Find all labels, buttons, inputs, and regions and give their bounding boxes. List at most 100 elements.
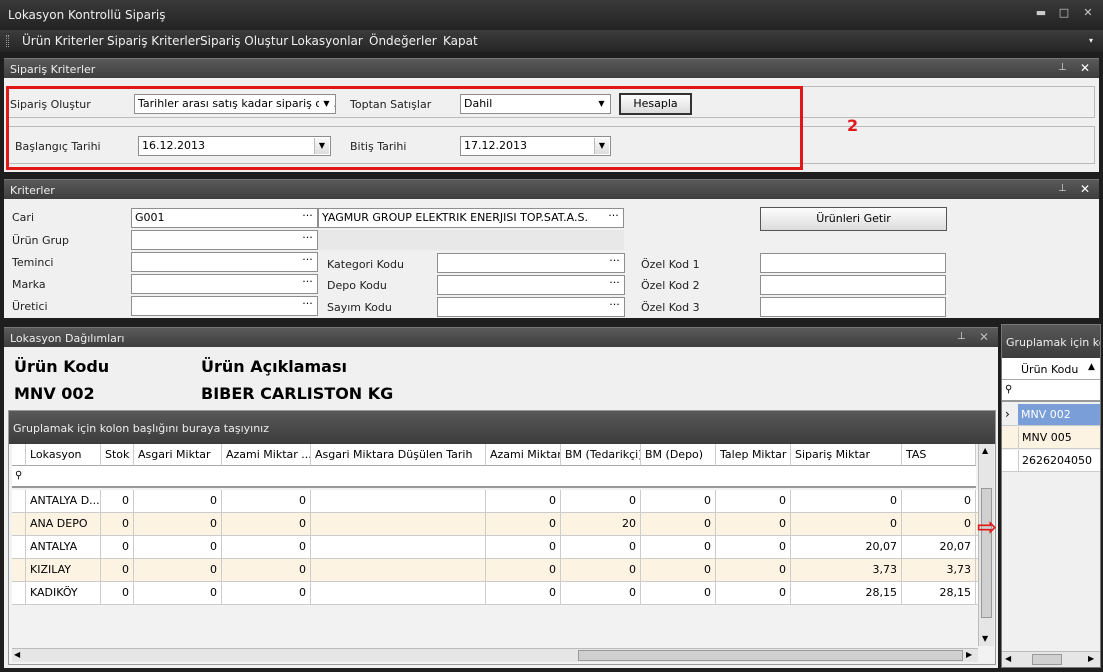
cell-lokasyon[interactable]: ANTALYA D... — [26, 490, 101, 512]
cell-stok[interactable]: 0 — [101, 559, 134, 581]
depo-input[interactable]: ··· — [437, 275, 625, 295]
right-hscroll-thumb[interactable] — [1032, 654, 1062, 665]
ozel-kod-3-input[interactable] — [760, 297, 946, 317]
menu-siparis-kriterler[interactable]: Sipariş Kriterler — [107, 34, 200, 48]
table-row[interactable]: KIZILAY 0 0 0 0 0 0 0 3,73 3,73 — [12, 559, 979, 582]
urun-grup-input[interactable]: ··· — [131, 230, 318, 250]
cell-tas[interactable]: 28,15 — [902, 582, 976, 604]
marka-input[interactable]: ··· — [131, 274, 318, 294]
cell-tas[interactable]: 0 — [902, 490, 976, 512]
cell-bm-tedarikci[interactable]: 0 — [561, 559, 641, 581]
right-col-header[interactable]: Ürün Kodu ▲ — [1002, 358, 1100, 380]
close-button[interactable]: ✕ — [1080, 6, 1096, 22]
col-asgari-tarih[interactable]: Asgari Miktara Düşülen Tarih — [311, 444, 486, 466]
cell-asgari[interactable]: 0 — [134, 559, 222, 581]
cell-siparis[interactable]: 0 — [791, 490, 902, 512]
uretici-input[interactable]: ··· — [131, 296, 318, 316]
ellipsis-button[interactable]: ··· — [606, 299, 623, 315]
cell-azami[interactable]: 0 — [486, 582, 561, 604]
cell-talep[interactable]: 0 — [716, 582, 791, 604]
ellipsis-button[interactable]: ··· — [606, 255, 623, 271]
cell-azami[interactable]: 0 — [486, 513, 561, 535]
filter-row[interactable]: ⚲ — [12, 466, 976, 488]
ozel-kod-1-input[interactable] — [760, 253, 946, 273]
close-icon[interactable]: ✕ — [1080, 61, 1090, 75]
urunleri-getir-button[interactable]: Ürünleri Getir — [760, 207, 947, 231]
cell-azami-trunc[interactable]: 0 — [222, 559, 311, 581]
kategori-input[interactable]: ··· — [437, 253, 625, 273]
menu-ondegerler[interactable]: Öndeğerler — [369, 34, 437, 48]
hscroll-thumb[interactable] — [578, 650, 963, 661]
cell-tarih[interactable] — [311, 513, 486, 535]
close-icon[interactable]: ✕ — [979, 330, 989, 344]
scroll-left-icon[interactable]: ◀ — [1005, 654, 1011, 663]
cell-asgari[interactable]: 0 — [134, 513, 222, 535]
col-azami-miktar-trunc[interactable]: Azami Miktar ... — [222, 444, 311, 466]
col-urun-kodu[interactable]: Ürün Kodu — [1021, 363, 1078, 376]
cell-lokasyon[interactable]: ANTALYA — [26, 536, 101, 558]
cell-talep[interactable]: 0 — [716, 536, 791, 558]
cell-tas[interactable]: 0 — [902, 513, 976, 535]
pin-icon[interactable]: ⊥ — [1058, 62, 1067, 73]
scroll-up-icon[interactable]: ▲ — [982, 446, 988, 455]
temin-input[interactable]: ··· — [131, 252, 318, 272]
col-stok[interactable]: Stok — [101, 444, 134, 466]
ellipsis-button[interactable]: ··· — [606, 277, 623, 293]
menu-kapat[interactable]: Kapat — [443, 34, 478, 48]
col-lokasyon[interactable]: Lokasyon — [26, 444, 101, 466]
table-row[interactable]: ANTALYA D... 0 0 0 0 0 0 0 0 0 — [12, 490, 979, 513]
table-row[interactable]: ANA DEPO 0 0 0 0 20 0 0 0 0 — [12, 513, 979, 536]
pin-icon[interactable]: ⊥ — [957, 331, 966, 342]
list-item[interactable]: 2626204050 — [1002, 450, 1100, 472]
sayim-input[interactable]: ··· — [437, 297, 625, 317]
cell-asgari[interactable]: 0 — [134, 536, 222, 558]
cell-azami-trunc[interactable]: 0 — [222, 490, 311, 512]
list-item[interactable]: MNV 005 — [1002, 427, 1100, 449]
group-panel-hint[interactable]: Gruplamak için kolon başlığını buraya ta… — [9, 411, 995, 444]
right-cell[interactable]: MNV 002 — [1018, 404, 1100, 425]
scroll-down-icon[interactable]: ▼ — [982, 634, 988, 643]
col-bm-depo[interactable]: BM (Depo) — [641, 444, 716, 466]
cell-tas[interactable]: 20,07 — [902, 536, 976, 558]
cell-bm-depo[interactable]: 0 — [641, 559, 716, 581]
cell-siparis[interactable]: 3,73 — [791, 559, 902, 581]
vertical-scrollbar[interactable]: ▲ ▼ — [978, 444, 994, 646]
cell-siparis[interactable]: 0 — [791, 513, 902, 535]
menu-lokasyonlar[interactable]: Lokasyonlar — [291, 34, 363, 48]
cell-lokasyon[interactable]: KADIKÖY — [26, 582, 101, 604]
cell-lokasyon[interactable]: KIZILAY — [26, 559, 101, 581]
cell-bm-tedarikci[interactable]: 0 — [561, 582, 641, 604]
cell-tarih[interactable] — [311, 559, 486, 581]
cell-bm-depo[interactable]: 0 — [641, 513, 716, 535]
cell-asgari[interactable]: 0 — [134, 490, 222, 512]
cell-bm-depo[interactable]: 0 — [641, 490, 716, 512]
right-horizontal-scrollbar[interactable]: ◀ ▶ — [1002, 651, 1100, 667]
col-asgari-miktar[interactable]: Asgari Miktar — [134, 444, 222, 466]
scroll-right-icon[interactable]: ▶ — [1088, 654, 1094, 663]
cell-azami[interactable]: 0 — [486, 559, 561, 581]
scroll-thumb[interactable] — [981, 488, 992, 618]
menu-urun-kriterler[interactable]: Ürün Kriterler — [22, 34, 104, 48]
cell-tarih[interactable] — [311, 536, 486, 558]
col-talep-miktar[interactable]: Talep Miktar — [716, 444, 791, 466]
cell-talep[interactable]: 0 — [716, 513, 791, 535]
cell-stok[interactable]: 0 — [101, 536, 134, 558]
col-siparis-miktar[interactable]: Sipariş Miktar — [791, 444, 902, 466]
ellipsis-button[interactable]: ··· — [299, 232, 316, 248]
cell-stok[interactable]: 0 — [101, 490, 134, 512]
ozel-kod-2-input[interactable] — [760, 275, 946, 295]
cell-azami[interactable]: 0 — [486, 536, 561, 558]
cell-tas[interactable]: 3,73 — [902, 559, 976, 581]
col-azami-miktar[interactable]: Azami Miktar — [486, 444, 561, 466]
pin-icon[interactable]: ⊥ — [1058, 183, 1067, 194]
table-row[interactable]: KADIKÖY 0 0 0 0 0 0 0 28,15 28,15 — [12, 582, 979, 605]
minimize-button[interactable]: ▬ — [1033, 6, 1049, 22]
col-bm-tedarikci[interactable]: BM (Tedarikçi) — [561, 444, 641, 466]
cell-bm-tedarikci[interactable]: 0 — [561, 490, 641, 512]
cell-bm-tedarikci[interactable]: 0 — [561, 536, 641, 558]
cari-input[interactable]: G001 ··· — [131, 208, 318, 228]
cell-azami-trunc[interactable]: 0 — [222, 582, 311, 604]
menu-overflow-icon[interactable]: ▾ — [1089, 36, 1093, 45]
ellipsis-button[interactable]: ··· — [605, 210, 622, 226]
cell-tarih[interactable] — [311, 582, 486, 604]
